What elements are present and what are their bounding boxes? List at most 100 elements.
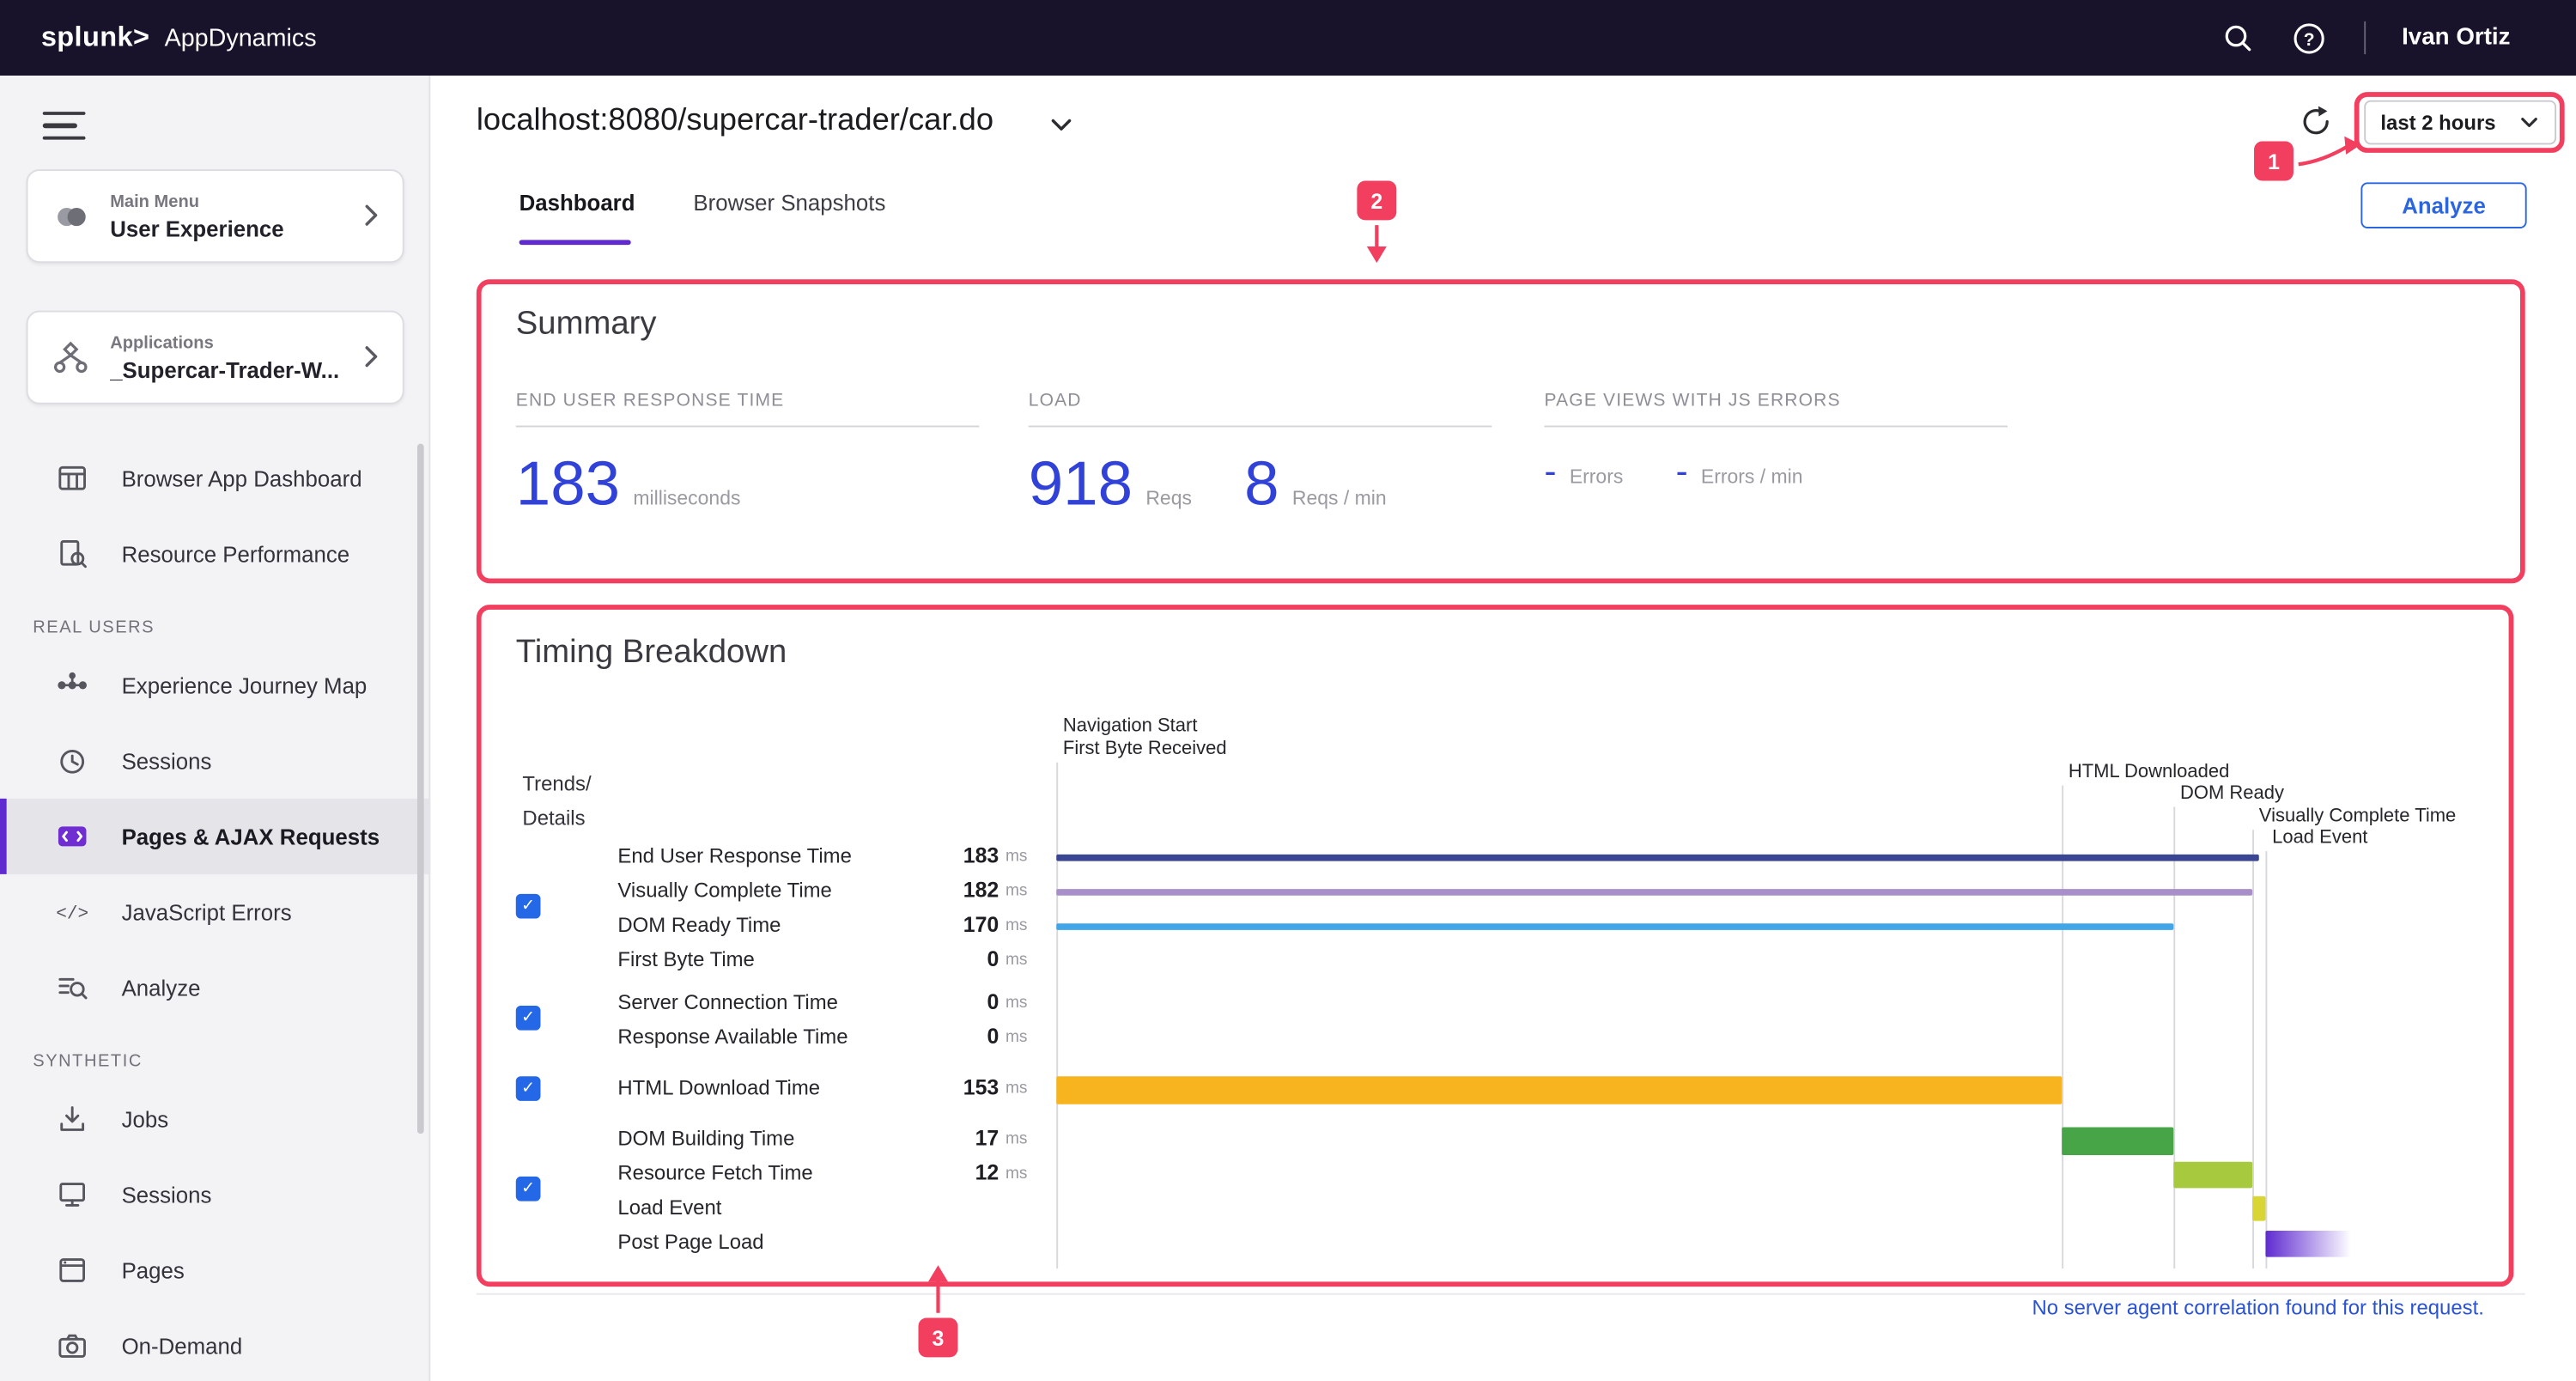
- timing-row-unit: ms: [1005, 995, 1028, 1013]
- metric-unit: Reqs / min: [1292, 486, 1387, 509]
- timing-bar-resource-fetch-time: [2173, 1162, 2252, 1189]
- sidebar-item-jobs[interactable]: Jobs: [0, 1081, 430, 1157]
- timing-bar-post-page-load: [2265, 1231, 2350, 1257]
- timing-checkbox-server-times[interactable]: ✓: [516, 1006, 541, 1031]
- metric-value: 183: [516, 453, 620, 516]
- timing-row-label: DOM Ready Time: [617, 914, 781, 937]
- brand-logo: splunk> AppDynamics: [41, 21, 317, 54]
- timing-row-unit: ms: [1005, 917, 1028, 935]
- metric-value: -: [1676, 453, 1688, 490]
- page-title[interactable]: localhost:8080/supercar-trader/car.do: [477, 104, 993, 140]
- journey-map-icon: [56, 669, 88, 702]
- user-menu[interactable]: Ivan Ortiz: [2402, 25, 2510, 52]
- milestone-label: HTML Downloaded: [2069, 763, 2230, 782]
- timing-row-server-connection[interactable]: Server Connection Time 0 ms: [617, 989, 999, 1019]
- refresh-icon[interactable]: [2299, 104, 2335, 140]
- metric-load: LOAD 918 Reqs 8 Reqs / min: [1029, 391, 1492, 515]
- active-tab-indicator: [519, 240, 631, 245]
- svg-text:?: ?: [2305, 29, 2316, 49]
- timing-chart: Navigation Start First Byte Received HTML …: [1056, 703, 2535, 1275]
- sidebar-section-synthetic: SYNTHETIC: [0, 1025, 430, 1081]
- timing-row-unit: ms: [1005, 1130, 1028, 1148]
- metric-unit: Errors: [1570, 465, 1624, 488]
- timing-row-unit: ms: [1005, 848, 1028, 866]
- timing-row-label: Post Page Load: [617, 1231, 763, 1254]
- main-menu-card[interactable]: Main Menu User Experience: [27, 169, 404, 263]
- timing-row-value: 0: [987, 1024, 999, 1049]
- timing-row-response-available[interactable]: Response Available Time 0 ms: [617, 1024, 999, 1053]
- sidebar-nav: Browser App Dashboard Resource Performan…: [0, 441, 430, 1381]
- milestone-label: Load Event: [2272, 828, 2367, 848]
- timing-row-resource-fetch[interactable]: Resource Fetch Time 12 ms: [617, 1160, 999, 1189]
- header-actions: ? Ivan Ortiz: [2220, 20, 2511, 56]
- analyze-button[interactable]: Analyze: [2360, 182, 2526, 228]
- timing-row-visually-complete[interactable]: Visually Complete Time 182 ms: [617, 878, 999, 907]
- search-icon[interactable]: [2220, 20, 2256, 56]
- camera-icon: [56, 1329, 88, 1362]
- timing-row-dom-building[interactable]: DOM Building Time 17 ms: [617, 1126, 999, 1155]
- sidebar-item-resource-performance[interactable]: Resource Performance: [0, 516, 430, 592]
- timing-row-first-byte[interactable]: First Byte Time 0 ms: [617, 946, 999, 976]
- monitor-icon: [56, 1178, 88, 1211]
- sidebar-item-experience-journey-map[interactable]: Experience Journey Map: [0, 648, 430, 723]
- help-icon[interactable]: ?: [2292, 20, 2328, 56]
- server-correlation-link[interactable]: No server agent correlation found for th…: [1643, 1297, 2484, 1320]
- sidebar-item-javascript-errors[interactable]: </> JavaScript Errors: [0, 874, 430, 950]
- sidebar-item-sessions-synthetic[interactable]: Sessions: [0, 1157, 430, 1232]
- card-title: User Experience: [110, 216, 283, 241]
- metric-unit: Errors / min: [1701, 465, 1803, 488]
- timing-row-label: End User Response Time: [617, 844, 852, 867]
- sidebar-item-label: Pages & AJAX Requests: [122, 824, 380, 849]
- sidebar-item-label: Analyze: [122, 976, 201, 1001]
- timing-row-label: HTML Download Time: [617, 1076, 820, 1099]
- timing-checkbox-html-download[interactable]: ✓: [516, 1076, 541, 1101]
- appdynamics-logo-text: AppDynamics: [165, 25, 317, 53]
- sidebar-item-on-demand[interactable]: On-Demand: [0, 1308, 430, 1381]
- pages-ajax-icon: [56, 820, 88, 853]
- timing-row-value: 183: [963, 843, 999, 868]
- applications-icon: [51, 338, 90, 377]
- sidebar-item-sessions-real-users[interactable]: Sessions: [0, 723, 430, 799]
- metric-label: PAGE VIEWS WITH JS ERRORS: [1545, 391, 2008, 427]
- milestone-label: First Byte Received: [1063, 739, 1227, 759]
- sidebar-item-label: On-Demand: [122, 1334, 243, 1359]
- metric-value: -: [1545, 453, 1557, 490]
- timing-row-load-event[interactable]: Load Event ms: [617, 1195, 999, 1224]
- milestone-gridline: [2265, 851, 2267, 1268]
- sidebar-item-browser-app-dashboard[interactable]: Browser App Dashboard: [0, 441, 430, 516]
- annotation-badge-3: 3: [919, 1317, 958, 1357]
- sidebar-item-label: Resource Performance: [122, 541, 350, 566]
- timing-row-end-user-response[interactable]: End User Response Time 183 ms: [617, 843, 999, 873]
- code-icon: </>: [56, 896, 88, 928]
- hamburger-menu-icon[interactable]: [43, 112, 86, 144]
- chevron-down-icon: [2518, 112, 2540, 133]
- timing-row-label: Response Available Time: [617, 1025, 848, 1049]
- sidebar-item-analyze[interactable]: Analyze: [0, 950, 430, 1025]
- chevron-right-icon: [356, 200, 386, 229]
- timing-row-value: 170: [963, 912, 999, 937]
- timing-checkbox-page-times[interactable]: ✓: [516, 894, 541, 919]
- sidebar-item-pages-ajax-requests[interactable]: Pages & AJAX Requests: [0, 799, 430, 874]
- trends-label: Trends/: [522, 772, 591, 795]
- timing-row-value: 182: [963, 878, 999, 903]
- timing-row-html-download[interactable]: HTML Download Time 153 ms: [617, 1074, 999, 1104]
- timing-row-value: 17: [975, 1126, 999, 1151]
- time-range-dropdown[interactable]: last 2 hours: [2364, 100, 2556, 145]
- metric-label: LOAD: [1029, 391, 1492, 427]
- applications-card[interactable]: Applications _Supercar-Trader-W...: [27, 311, 404, 405]
- tab-dashboard[interactable]: Dashboard: [519, 191, 635, 216]
- timing-checkbox-dom-times[interactable]: ✓: [516, 1177, 541, 1202]
- timing-row-value: 153: [963, 1074, 999, 1099]
- window-icon: [56, 1254, 88, 1287]
- timing-row-post-page-load[interactable]: Post Page Load ms: [617, 1229, 999, 1258]
- sidebar-scrollbar[interactable]: [417, 444, 424, 1135]
- timing-row-dom-ready[interactable]: DOM Ready Time 170 ms: [617, 912, 999, 941]
- download-icon: [56, 1103, 88, 1135]
- tab-browser-snapshots[interactable]: Browser Snapshots: [693, 191, 885, 216]
- sidebar-item-pages[interactable]: Pages: [0, 1232, 430, 1308]
- milestone-label: Navigation Start: [1063, 716, 1198, 736]
- timing-bar-end-user-response-time: [1056, 855, 2259, 861]
- annotation-badge-1: 1: [2254, 142, 2293, 181]
- chevron-down-icon[interactable]: [1048, 112, 1075, 138]
- top-header: splunk> AppDynamics ? Ivan Ortiz: [0, 0, 2576, 76]
